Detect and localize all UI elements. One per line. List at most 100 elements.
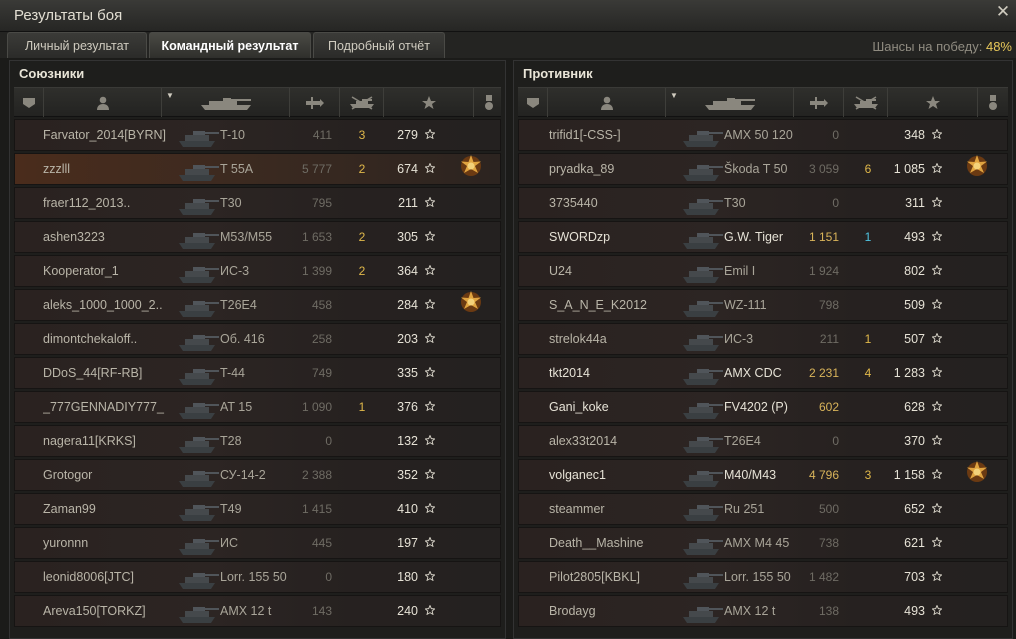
damage-column-header[interactable] xyxy=(794,88,844,117)
damage-value: 445 xyxy=(311,536,332,550)
player-row[interactable]: ashen3223 M53/M55 1 653 2 305 xyxy=(14,221,501,253)
player-row[interactable]: alex33t2014 T26E4 0 370 xyxy=(518,425,1008,457)
player-name[interactable]: alex33t2014 xyxy=(549,426,699,456)
vehicle-name: Ru 251 xyxy=(724,502,765,516)
player-row[interactable]: strelok44a ИС-3 211 1 507 xyxy=(518,323,1008,355)
damage-value: 798 xyxy=(818,298,839,312)
kills-value: 4 xyxy=(864,366,872,380)
player-row[interactable]: zzzlll T 55A 5 777 2 674 xyxy=(14,153,501,185)
player-row[interactable]: S_A_N_E_K2012 WZ-111 798 509 xyxy=(518,289,1008,321)
player-row[interactable]: Gani_koke FV4202 (P) 602 628 xyxy=(518,391,1008,423)
player-name[interactable]: Gani_koke xyxy=(549,392,699,422)
player-name[interactable]: steammer xyxy=(549,494,699,524)
tab-detailed-report[interactable]: Подробный отчёт xyxy=(313,32,445,58)
xp-value: 197 xyxy=(397,536,418,550)
player-row[interactable]: Zaman99 T49 1 415 410 xyxy=(14,493,501,525)
player-name[interactable]: Death__Mashine xyxy=(549,528,699,558)
xp-value: 628 xyxy=(904,400,925,414)
player-row[interactable]: _777GENNADIY777_ AT 15 1 090 1 376 xyxy=(14,391,501,423)
player-name[interactable]: Grotogor xyxy=(43,460,193,490)
player-row[interactable]: 3735440 T30 0 311 xyxy=(518,187,1008,219)
player-row[interactable]: trifid1[-CSS-] AMX 50 120 0 348 xyxy=(518,119,1008,151)
vehicle-name: AMX 12 t xyxy=(220,604,272,618)
xp-value: 507 xyxy=(904,332,925,346)
player-name[interactable]: 3735440 xyxy=(549,188,699,218)
player-name[interactable]: Pilot2805[KBKL] xyxy=(549,562,699,592)
player-name[interactable]: tkt2014 xyxy=(549,358,699,388)
player-name[interactable]: Farvator_2014[BYRN] xyxy=(43,120,193,150)
player-row[interactable]: fraer112_2013.. T30 795 211 xyxy=(14,187,501,219)
player-name[interactable]: yuronnn xyxy=(43,528,193,558)
player-name[interactable]: Zaman99 xyxy=(43,494,193,524)
player-name[interactable]: ashen3223 xyxy=(43,222,193,252)
vehicle-column-header[interactable]: ▼ xyxy=(666,88,794,117)
player-name[interactable]: strelok44a xyxy=(549,324,699,354)
damage-value: 602 xyxy=(818,400,839,414)
destroyed-tank-icon xyxy=(349,95,374,110)
kills-value: 2 xyxy=(358,162,366,176)
kills-column-header[interactable] xyxy=(340,88,384,117)
player-name[interactable]: zzzlll xyxy=(43,154,193,184)
player-name[interactable]: _777GENNADIY777_ xyxy=(43,392,193,422)
player-row[interactable]: pryadka_89 Škoda T 50 3 059 6 1 085 xyxy=(518,153,1008,185)
squad-column-header[interactable] xyxy=(518,88,548,117)
player-row[interactable]: SWORDzp G.W. Tiger 1 151 1 493 xyxy=(518,221,1008,253)
medal-column-header[interactable] xyxy=(474,88,503,117)
tank-icon xyxy=(200,97,251,110)
player-row[interactable]: tkt2014 AMX CDC 2 231 4 1 283 xyxy=(518,357,1008,389)
player-row[interactable]: Brodayg AMX 12 t 138 493 xyxy=(518,595,1008,627)
xp-value: 1 085 xyxy=(893,162,925,176)
kills-value: 6 xyxy=(864,162,872,176)
win-chance-value: 48% xyxy=(985,39,1012,54)
player-icon xyxy=(600,96,613,110)
title-bar: Результаты боя ✕ xyxy=(0,0,1016,32)
player-name[interactable]: S_A_N_E_K2012 xyxy=(549,290,699,320)
player-name[interactable]: SWORDzp xyxy=(549,222,699,252)
player-row[interactable]: DDoS_44[RF-RB] T-44 749 335 xyxy=(14,357,501,389)
player-row[interactable]: Kooperator_1 ИС-3 1 399 2 364 xyxy=(14,255,501,287)
player-name[interactable]: Kooperator_1 xyxy=(43,256,193,286)
player-name[interactable]: U24 xyxy=(549,256,699,286)
player-name[interactable]: DDoS_44[RF-RB] xyxy=(43,358,193,388)
damage-value: 143 xyxy=(311,604,332,618)
player-row[interactable]: Farvator_2014[BYRN] T-10 411 3 279 xyxy=(14,119,501,151)
damage-value: 500 xyxy=(818,502,839,516)
player-row[interactable]: Pilot2805[KBKL] Lorr. 155 50 1 482 703 xyxy=(518,561,1008,593)
player-name[interactable]: nagera11[KRKS] xyxy=(43,426,193,456)
player-row[interactable]: Areva150[TORKZ] AMX 12 t 143 240 xyxy=(14,595,501,627)
medal-column-header[interactable] xyxy=(978,88,1008,117)
player-row[interactable]: volganec1 M40/M43 4 796 3 1 158 xyxy=(518,459,1008,491)
player-name[interactable]: pryadka_89 xyxy=(549,154,699,184)
player-row[interactable]: nagera11[KRKS] T28 0 132 xyxy=(14,425,501,457)
player-row[interactable]: dimontchekaloff.. Об. 416 258 203 xyxy=(14,323,501,355)
xp-column-header[interactable] xyxy=(888,88,978,117)
player-name[interactable]: leonid8006[JTC] xyxy=(43,562,193,592)
close-icon[interactable]: ✕ xyxy=(994,3,1012,22)
vehicle-column-header[interactable]: ▼ xyxy=(162,88,290,117)
player-row[interactable]: steammer Ru 251 500 652 xyxy=(518,493,1008,525)
xp-value: 376 xyxy=(397,400,418,414)
xp-column-header[interactable] xyxy=(384,88,474,117)
player-name[interactable]: volganec1 xyxy=(549,460,699,490)
player-name[interactable]: Areva150[TORKZ] xyxy=(43,596,193,626)
player-row[interactable]: yuronnn ИС 445 197 xyxy=(14,527,501,559)
tab-personal-result[interactable]: Личный результат xyxy=(7,32,147,58)
player-row[interactable]: aleks_1000_1000_2.. T26E4 458 284 xyxy=(14,289,501,321)
tab-team-result[interactable]: Командный результат xyxy=(149,32,311,58)
player-name[interactable]: Brodayg xyxy=(549,596,699,626)
squad-column-header[interactable] xyxy=(14,88,44,117)
kills-value: 3 xyxy=(864,468,872,482)
damage-column-header[interactable] xyxy=(290,88,340,117)
player-name[interactable]: aleks_1000_1000_2.. xyxy=(43,290,193,320)
player-row[interactable]: leonid8006[JTC] Lorr. 155 50 0 180 xyxy=(14,561,501,593)
player-name[interactable]: fraer112_2013.. xyxy=(43,188,193,218)
player-name[interactable]: trifid1[-CSS-] xyxy=(549,120,699,150)
player-row[interactable]: Grotogor СУ-14-2 2 388 352 xyxy=(14,459,501,491)
player-name[interactable]: dimontchekaloff.. xyxy=(43,324,193,354)
kills-column-header[interactable] xyxy=(844,88,888,117)
player-column-header[interactable] xyxy=(548,88,666,117)
tab-bar: Личный результат Командный результат Под… xyxy=(0,32,1016,58)
player-row[interactable]: U24 Emil I 1 924 802 xyxy=(518,255,1008,287)
player-row[interactable]: Death__Mashine AMX M4 45 738 621 xyxy=(518,527,1008,559)
player-column-header[interactable] xyxy=(44,88,162,117)
